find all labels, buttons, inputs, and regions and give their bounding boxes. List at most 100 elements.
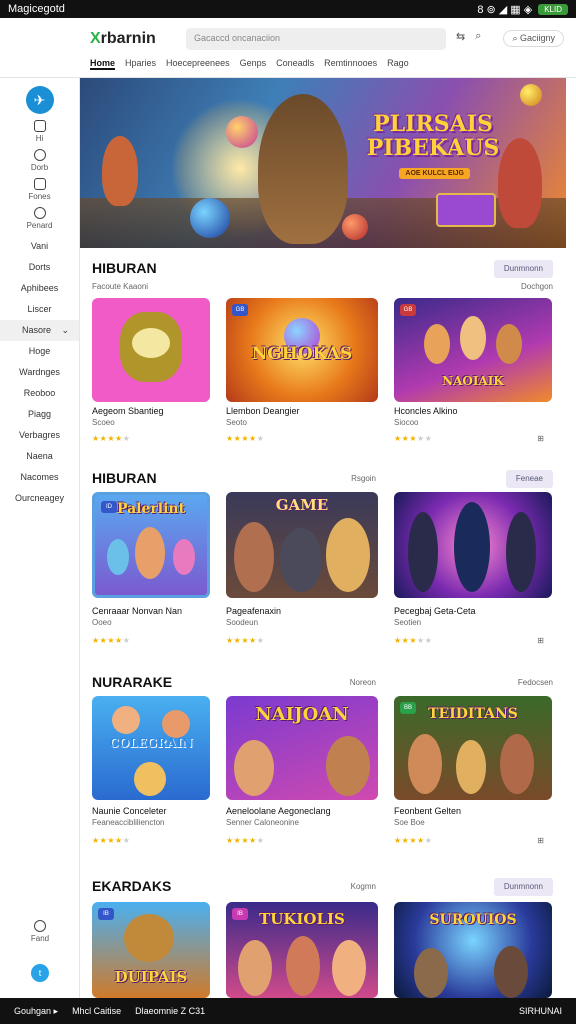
thumb-face xyxy=(132,328,170,358)
section-link[interactable]: Kogmn xyxy=(351,882,376,891)
sidebar-item[interactable]: Reoboo xyxy=(0,383,79,404)
rating-stars: ★★★★★ xyxy=(226,636,265,645)
game-subtitle: Feaneaccibliliencton xyxy=(92,818,165,827)
footer-bar: Gouhgan ▸ Mhcl Caitise Dlaeomnie Z C31 S… xyxy=(0,998,576,1024)
share-icon[interactable]: ⇆ xyxy=(456,30,465,43)
nav-item[interactable]: Rago xyxy=(387,58,409,70)
sidebar-item[interactable]: Hoge xyxy=(0,341,79,362)
nav-item[interactable]: Hparies xyxy=(125,58,156,70)
sidebar-item[interactable]: Wardnges xyxy=(0,362,79,383)
sidebar-help[interactable]: Fand xyxy=(0,920,80,943)
thumb-character xyxy=(500,734,534,794)
rating-stars: ★★★★★ xyxy=(92,836,131,845)
game-title: Llembon Deangier xyxy=(226,406,300,416)
game-title: Feonbent Gelten xyxy=(394,806,462,816)
game-subtitle: Scoeo xyxy=(92,418,115,427)
hero-orb xyxy=(190,198,230,238)
sidebar-item[interactable]: Naena xyxy=(0,446,79,467)
footer-link[interactable]: Mhcl Caitise xyxy=(72,1006,121,1017)
thumb-character xyxy=(460,316,486,360)
hero-treasure-box xyxy=(436,193,496,227)
thumb-title: NAIJOAN xyxy=(255,704,349,725)
game-subtitle: Senner Caloneonine xyxy=(226,818,299,827)
more-icon[interactable]: ⊞ xyxy=(537,434,544,443)
games-icon xyxy=(33,178,46,190)
sidebar-logo-icon[interactable]: ✈ xyxy=(25,86,54,114)
game-thumbnail: GB NAOIAIK xyxy=(394,298,552,402)
section-games: NURARAKE Noreon Fedocsen COLEGRAIN Nauni… xyxy=(80,674,566,870)
sidebar-item[interactable]: Aphibees xyxy=(0,278,79,299)
sidebar-item[interactable]: Verbagres xyxy=(0,425,79,446)
more-icon[interactable]: ⊞ xyxy=(537,636,544,645)
rating-stars: ★★★★★ xyxy=(226,836,265,845)
section-link[interactable]: Rsgoin xyxy=(351,474,376,483)
game-title: Cenraaar Nonvan Nan xyxy=(92,606,183,616)
hero-orb xyxy=(520,84,542,106)
sidebar-item[interactable]: Nacomes xyxy=(0,467,79,488)
thumb-title: Palerlint xyxy=(116,501,186,517)
chat-icon xyxy=(33,149,46,161)
game-thumbnail: IB TUKIOLIS xyxy=(226,902,378,998)
sidebar: ✈ Hi Dorb Fones Penard Vani Dorts Aphibe… xyxy=(0,78,80,998)
nav-item[interactable]: Genps xyxy=(240,58,267,70)
sidebar-icon-settings[interactable]: Penard xyxy=(0,207,79,230)
game-thumbnail: ID Palerlint xyxy=(92,492,210,598)
game-thumbnail: IB DUIPAIS xyxy=(92,902,210,998)
thumb-badge: IB xyxy=(98,908,114,920)
nav-item-home[interactable]: Home xyxy=(90,58,116,70)
thumb-character xyxy=(456,740,486,794)
thumb-title: DUIPAIS xyxy=(114,968,188,986)
sidebar-icon-games[interactable]: Fones xyxy=(0,178,79,201)
hero-title-line: PIBEKAUS xyxy=(366,135,500,161)
sidebar-item[interactable]: Liscer xyxy=(0,299,79,320)
rating-stars: ★★★★★ xyxy=(394,434,433,443)
game-subtitle: Seoto xyxy=(226,418,247,427)
thumb-title: NGHOKAS xyxy=(251,344,353,364)
section-action-button[interactable]: Feneae xyxy=(505,470,553,488)
thumb-character xyxy=(424,324,450,364)
search-icon[interactable]: ⌕ xyxy=(475,30,481,43)
nav-item[interactable]: Coneadls xyxy=(276,58,314,70)
game-subtitle: Seotien xyxy=(394,618,422,627)
category-button[interactable]: ⌕ Gaciigny xyxy=(503,30,564,47)
nav-item[interactable]: Remtinnooes xyxy=(324,58,377,70)
status-time: Magicegotd xyxy=(8,3,65,15)
section-action-button[interactable]: Dunmnonn xyxy=(493,878,553,896)
thumb-character xyxy=(134,762,166,796)
rating-stars: ★★★★★ xyxy=(394,836,433,845)
sidebar-item[interactable]: Dorts xyxy=(0,257,79,278)
sidebar-item-selected[interactable]: Nasore ⌄ xyxy=(0,320,79,341)
nav-item[interactable]: Hoecepreenees xyxy=(166,58,230,70)
sidebar-icon-chat[interactable]: Dorb xyxy=(0,149,79,172)
sidebar-icon-home[interactable]: Hi xyxy=(0,120,79,143)
footer-link[interactable]: Dlaeomnie Z C31 xyxy=(135,1006,205,1017)
battery-indicator: KLID xyxy=(538,3,568,15)
status-icons: 8 ⊚ ◢ ▦ ◈ xyxy=(477,3,533,16)
thumb-character xyxy=(107,539,129,575)
section-link[interactable]: Noreon xyxy=(350,678,376,687)
main-nav: Home Hparies Hoecepreenees Genps Coneadl… xyxy=(90,58,409,70)
section-action-button[interactable]: Dunmnonn xyxy=(493,260,553,278)
thumb-character xyxy=(238,940,272,996)
footer-link[interactable]: Gouhgan ▸ xyxy=(14,1006,58,1017)
thumb-character xyxy=(496,324,522,364)
search-input[interactable]: Gacaccd oncanaciion xyxy=(186,28,446,50)
help-icon xyxy=(34,920,46,932)
sidebar-social[interactable]: t xyxy=(0,964,80,982)
sidebar-item[interactable]: Piagg xyxy=(0,404,79,425)
section-subtitle: Facoute Kaaoni xyxy=(92,282,149,291)
sidebar-item[interactable]: Vani xyxy=(0,236,79,257)
thumb-character xyxy=(408,734,442,794)
brand-logo[interactable]: Xrbarnin xyxy=(90,30,156,48)
chevron-down-icon: ⌄ xyxy=(61,325,70,335)
more-icon[interactable]: ⊞ xyxy=(537,836,544,845)
section-link[interactable]: Dochgon xyxy=(521,282,553,291)
sidebar-item[interactable]: Ourcneagey xyxy=(0,488,79,509)
sidebar-icon-label: Penard xyxy=(26,221,53,230)
hero-banner[interactable]: PLIRSAIS PIBEKAUS AOE KULCL EIJG xyxy=(80,78,566,248)
game-title: Hconcles Alkino xyxy=(394,406,458,416)
thumb-badge: GB xyxy=(232,304,248,316)
section-link[interactable]: Fedocsen xyxy=(518,678,553,687)
game-title: Aeneloolane Aegoneclang xyxy=(226,806,331,816)
footer-right-text: SIRHUNAI xyxy=(518,1006,562,1016)
